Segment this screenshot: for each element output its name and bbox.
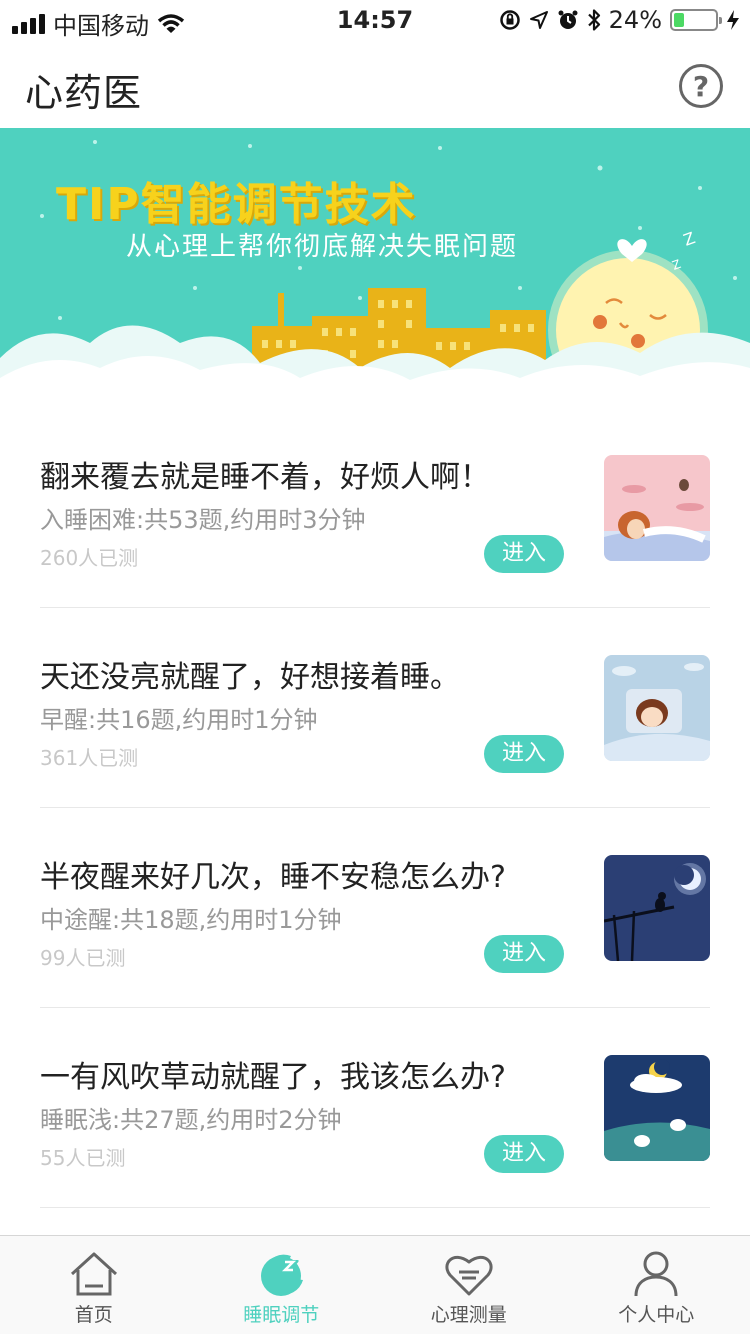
alarm-icon bbox=[558, 10, 578, 29]
enter-button[interactable]: 进入 bbox=[484, 735, 564, 773]
location-icon bbox=[529, 11, 548, 29]
item-thumbnail[interactable] bbox=[604, 855, 710, 961]
item-test-count: 260人已测 bbox=[40, 546, 139, 570]
page-title: 心药医 bbox=[25, 71, 143, 115]
question-circle-icon[interactable]: ? bbox=[679, 64, 723, 108]
item-title: 翻来覆去就是睡不着，好烦人啊！ bbox=[40, 460, 490, 495]
item-title: 天还没亮就醒了，好想接着睡。 bbox=[40, 660, 460, 695]
tab-profile[interactable]: 个人中心 bbox=[563, 1236, 750, 1334]
item-description: 中途醒:共18题,约用时1分钟 bbox=[40, 906, 342, 934]
person-icon bbox=[634, 1251, 678, 1297]
tab-label: 个人中心 bbox=[618, 1304, 695, 1326]
orientation-lock-icon bbox=[499, 10, 520, 30]
item-description: 早醒:共16题,约用时1分钟 bbox=[40, 706, 318, 734]
tab-sleep-adjust[interactable]: z 睡眠调节 bbox=[188, 1236, 376, 1334]
list-item[interactable]: 半夜醒来好几次，睡不安稳怎么办? 中途醒:共18题,约用时1分钟 99人已测 进… bbox=[0, 808, 750, 1008]
tab-label: 心理测量 bbox=[430, 1304, 507, 1326]
enter-button[interactable]: 进入 bbox=[484, 1135, 564, 1173]
promo-banner[interactable]: Z Z TIP智能调节技术 从心理上帮你彻底解决失眠问题 bbox=[0, 128, 750, 408]
banner-subtitle: 从心理上帮你彻底解决失眠问题 bbox=[126, 232, 519, 262]
item-title: 一有风吹草动就醒了，我该怎么办? bbox=[40, 1060, 506, 1095]
heart-icon bbox=[445, 1255, 493, 1296]
tab-bar: 首页 z 睡眠调节 心理测量 个人中心 bbox=[0, 1235, 750, 1334]
item-description: 睡眠浅:共27题,约用时2分钟 bbox=[40, 1106, 342, 1134]
home-icon bbox=[70, 1252, 117, 1296]
tab-home[interactable]: 首页 bbox=[0, 1236, 188, 1334]
battery-icon bbox=[670, 9, 722, 31]
item-thumbnail[interactable] bbox=[604, 655, 710, 761]
status-bar: 中国移动 14:57 24% bbox=[0, 0, 750, 40]
item-test-count: 99人已测 bbox=[40, 946, 126, 970]
tab-label: 睡眠调节 bbox=[243, 1304, 320, 1326]
enter-button[interactable]: 进入 bbox=[484, 935, 564, 973]
enter-button[interactable]: 进入 bbox=[484, 535, 564, 573]
status-right: 24% bbox=[499, 6, 740, 34]
list-item[interactable]: 天还没亮就醒了，好想接着睡。 早醒:共16题,约用时1分钟 361人已测 进入 bbox=[0, 608, 750, 808]
divider bbox=[40, 1207, 710, 1208]
item-test-count: 55人已测 bbox=[40, 1146, 126, 1170]
item-title: 半夜醒来好几次，睡不安稳怎么办? bbox=[40, 860, 506, 895]
list-item[interactable]: 一有风吹草动就醒了，我该怎么办? 睡眠浅:共27题,约用时2分钟 55人已测 进… bbox=[0, 1008, 750, 1208]
app-header: 心药医 ? bbox=[0, 40, 750, 128]
item-test-count: 361人已测 bbox=[40, 746, 139, 770]
bluetooth-icon bbox=[587, 9, 600, 31]
banner-title: TIP智能调节技术 bbox=[56, 179, 417, 230]
sleep-moon-icon: z bbox=[261, 1254, 304, 1296]
sleep-test-list: 翻来覆去就是睡不着，好烦人啊！ 入睡困难:共53题,约用时3分钟 260人已测 … bbox=[0, 408, 750, 1208]
list-item[interactable]: 翻来覆去就是睡不着，好烦人啊！ 入睡困难:共53题,约用时3分钟 260人已测 … bbox=[0, 408, 750, 608]
tab-label: 首页 bbox=[74, 1304, 113, 1326]
battery-percent: 24% bbox=[608, 6, 662, 34]
item-description: 入睡困难:共53题,约用时3分钟 bbox=[40, 506, 366, 534]
battery-level bbox=[674, 13, 684, 27]
tab-psych-test[interactable]: 心理测量 bbox=[375, 1236, 563, 1334]
item-thumbnail[interactable] bbox=[604, 455, 710, 561]
item-thumbnail[interactable] bbox=[604, 1055, 710, 1161]
charging-icon bbox=[727, 10, 739, 30]
